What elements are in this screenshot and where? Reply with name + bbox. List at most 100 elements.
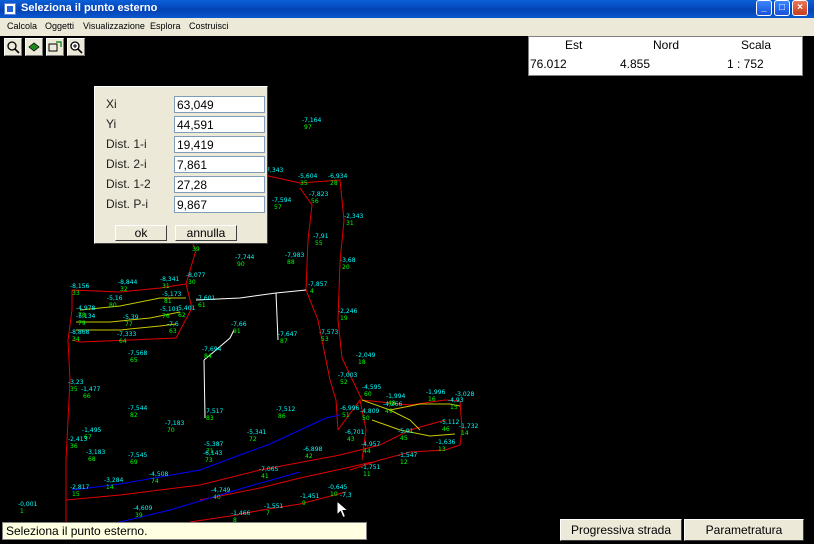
annulla-button[interactable]: annulla <box>175 225 237 241</box>
elevation-label: -4,266 <box>383 401 403 408</box>
point-id-label: 18 <box>358 359 366 366</box>
ok-button[interactable]: ok <box>115 225 167 241</box>
boundary-line <box>299 187 339 431</box>
point-id-label: 1 <box>20 508 24 515</box>
zoom-button[interactable] <box>4 38 22 56</box>
status-bar: Seleziona il punto esterno. <box>2 522 367 540</box>
progressiva-strada-button[interactable]: Progressiva strada <box>560 519 682 541</box>
elevation-label: -6,934 <box>328 173 348 180</box>
elevation-label: -7,065 <box>259 466 279 473</box>
elevation-label: -7,66 <box>231 321 247 328</box>
point-id-label: 51 <box>342 412 350 419</box>
point-id-label: 61 <box>198 302 206 309</box>
elevation-label: -5,01 <box>398 428 414 435</box>
point-id-label: 88 <box>287 259 295 266</box>
close-button[interactable]: × <box>792 0 808 16</box>
point-id-label: 31 <box>162 283 170 290</box>
elevation-label: -7,6 <box>167 321 179 328</box>
elevation-label: -5,173 <box>162 291 182 298</box>
point-id-label: 49 <box>385 408 393 415</box>
xi-input[interactable] <box>174 96 265 113</box>
pan-button[interactable] <box>25 38 43 56</box>
yi-label: Yi <box>106 117 117 131</box>
point-id-label: 12 <box>400 459 408 466</box>
elevation-label: -8,868 <box>70 329 90 336</box>
dist-1-2-input[interactable] <box>174 176 265 193</box>
point-id-label: 42 <box>305 453 313 460</box>
point-id-label: 64 <box>119 338 127 345</box>
elevation-label: -7,183 <box>165 420 185 427</box>
field-yi: Yi <box>103 115 265 135</box>
point-id-label: 14 <box>106 484 114 491</box>
menu-bar: Calcola Oggetti Visualizzazione Esplora … <box>0 18 814 36</box>
elevation-label: -5,39 <box>123 314 139 321</box>
point-id-label: 19 <box>340 315 348 322</box>
point-id-label: 43 <box>347 436 355 443</box>
elevation-label: -5,387 <box>204 441 224 448</box>
point-id-label: 97 <box>304 124 312 131</box>
elevation-label: -1,732 <box>459 423 479 430</box>
menu-esplora[interactable]: Esplora <box>150 21 181 31</box>
elevation-label: -4,978 <box>76 305 96 312</box>
point-id-label: 81 <box>164 298 172 305</box>
point-id-label: 7 <box>266 510 270 517</box>
minimize-button[interactable]: _ <box>756 0 772 16</box>
parametratura-button[interactable]: Parametratura <box>684 519 804 541</box>
zoom-extents-icon <box>70 41 83 54</box>
elevation-label: -7,594 <box>272 197 292 204</box>
point-id-label: 33 <box>72 290 80 297</box>
point-id-label: 86 <box>278 413 286 420</box>
menu-oggetti[interactable]: Oggetti <box>45 21 74 31</box>
elevation-label: -1,636 <box>436 439 456 446</box>
est-label: Est <box>565 38 583 52</box>
point-id-label: 20 <box>342 264 350 271</box>
xi-label: Xi <box>106 97 117 111</box>
elevation-label: -0,001 <box>18 501 38 508</box>
elevation-label: -7,512 <box>276 406 296 413</box>
point-id-label: 35 <box>70 386 78 393</box>
point-id-label: 30 <box>188 279 196 286</box>
elevation-label: -7,573 <box>319 329 339 336</box>
elevation-label: -7,744 <box>235 254 255 261</box>
elevation-label: -8,341 <box>160 276 180 283</box>
nord-label: Nord <box>653 38 680 52</box>
dist-p-i-input[interactable] <box>174 196 265 213</box>
menu-calcola[interactable]: Calcola <box>7 21 37 31</box>
field-dist-1-2: Dist. 1-2 <box>103 175 265 195</box>
point-id-label: 80 <box>109 302 117 309</box>
scala-value: 1 : 752 <box>727 57 764 71</box>
scala-label: Scala <box>741 38 772 52</box>
elevation-label: -6,701 <box>345 429 365 436</box>
elevation-label: -2,246 <box>338 308 358 315</box>
elevation-label: -7,545 <box>128 452 148 459</box>
elevation-label: -6,143 <box>203 450 223 457</box>
point-id-label: 31 <box>346 220 354 227</box>
elevation-label: -2,817 <box>70 484 90 491</box>
zoom-window-button[interactable] <box>46 38 64 56</box>
point-id-label: 40 <box>213 494 221 501</box>
point-id-label: 72 <box>249 436 257 443</box>
point-id-label: 76 <box>162 313 170 320</box>
window-title: Seleziona il punto esterno <box>21 2 158 14</box>
mouse-cursor-icon <box>336 500 350 519</box>
point-id-label: 14 <box>461 430 469 437</box>
dist-1-i-input[interactable] <box>174 136 265 153</box>
elevation-label: -1,477 <box>81 386 101 393</box>
elevation-label: -3,23 <box>68 379 84 386</box>
elevation-label: -7,3 <box>340 492 352 499</box>
elevation-label: -4,595 <box>362 384 382 391</box>
elevation-label: -2,343 <box>344 213 364 220</box>
elevation-label: -7,601 <box>196 295 216 302</box>
elevation-label: -4,609 <box>133 505 153 512</box>
point-id-label: 65 <box>130 357 138 364</box>
menu-costruisci[interactable]: Costruisci <box>189 21 229 31</box>
elevation-label: -5,401 <box>176 305 196 312</box>
yi-input[interactable] <box>174 116 265 133</box>
dist-2-i-input[interactable] <box>174 156 265 173</box>
maximize-button[interactable]: □ <box>774 0 790 16</box>
zoom-extents-button[interactable] <box>67 38 85 56</box>
menu-visualizzazione[interactable]: Visualizzazione <box>83 21 145 31</box>
toolbar <box>0 36 90 60</box>
point-id-label: 62 <box>178 312 186 319</box>
elevation-label: -4,508 <box>149 471 169 478</box>
